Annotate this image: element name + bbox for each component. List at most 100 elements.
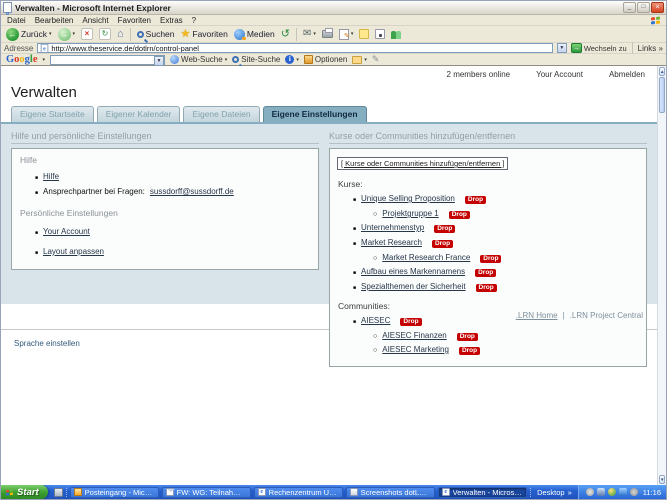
task-rechenzentrum[interactable]: e Rechenzentrum Uni K... [254,487,343,498]
edit-dropdown-icon[interactable]: ▾ [351,31,354,37]
drop-button[interactable]: Drop [459,347,480,355]
links-toolbar[interactable]: Links » [638,44,663,53]
tray-icon-2[interactable] [597,488,605,496]
drop-button[interactable]: Drop [475,269,496,277]
task-screenshots[interactable]: Screenshots dotLRN... [346,487,435,498]
close-button[interactable]: × [651,2,664,13]
task-posteingang[interactable]: Posteingang - Micros... [70,487,159,498]
your-account-link[interactable]: Your Account [536,70,583,79]
info-dropdown-icon[interactable]: ▾ [296,57,299,63]
options-button[interactable]: Optionen [304,55,347,64]
discuss-button[interactable] [374,29,386,39]
course-link[interactable]: Unique Selling Proposition [361,194,455,203]
drop-button[interactable]: Drop [449,211,470,219]
home-button[interactable]: ⌂ [116,29,125,40]
task-mail-message[interactable]: FW: WG: Teilnahme v... [162,487,251,498]
community-link[interactable]: AIESEC [361,316,390,325]
language-link[interactable]: Sprache einstellen [14,339,80,348]
mail-dropdown-icon[interactable]: ▾ [313,31,316,37]
tab-eigene-einstellungen[interactable]: Eigene Einstellungen [263,106,367,122]
web-search-dropdown-icon[interactable]: ▾ [225,57,228,63]
contact-email-link[interactable]: sussdorff@sussdorff.de [150,187,234,196]
drop-button[interactable]: Drop [476,284,497,292]
manage-membership-link[interactable]: [ Kurse oder Communities hinzufügen/entf… [337,157,508,170]
tab-eigene-dateien[interactable]: Eigene Dateien [183,106,259,122]
lrn-home-link[interactable]: .LRN Home [516,311,558,320]
tray-icon-1[interactable] [586,488,594,496]
favorites-button[interactable]: ★ Favoriten [180,29,229,40]
maximize-button[interactable]: □ [637,2,650,13]
address-input[interactable]: http://www.theservice.de/dotlrn/control-… [37,43,552,53]
print-button[interactable] [321,30,334,38]
scroll-down-icon[interactable]: ▼ [659,475,665,484]
tray-icon-5[interactable] [630,488,638,496]
edit-button[interactable]: ▾ [338,29,355,40]
links-chevron-icon[interactable]: » [659,44,663,53]
help-link[interactable]: Hilfe [43,172,59,181]
show-desktop-icon[interactable] [54,488,63,497]
back-dropdown-icon[interactable]: ▾ [49,31,52,37]
tray-icon-4[interactable] [619,488,627,496]
course-link[interactable]: Projektgruppe 1 [382,209,438,218]
highlight-dropdown-icon[interactable]: ▾ [364,57,367,63]
menu-bearbeiten[interactable]: Bearbeiten [35,16,74,25]
menu-favoriten[interactable]: Favoriten [118,16,151,25]
minimize-button[interactable]: _ [623,2,636,13]
messenger-button[interactable] [390,29,403,39]
start-button[interactable]: Start [1,485,48,499]
history-button[interactable]: ↺ [280,29,291,40]
vertical-scrollbar[interactable]: ▲ ▼ [657,66,666,485]
community-link[interactable]: AIESEC Finanzen [382,331,446,340]
course-link[interactable]: Market Research [361,238,422,247]
drop-button[interactable]: Drop [465,196,486,204]
address-dropdown-icon[interactable]: ▼ [557,43,567,53]
your-account-settings-link[interactable]: Your Account [43,227,90,236]
course-link[interactable]: Aufbau eines Markennamens [361,267,465,276]
desktop-toolbar[interactable]: Desktop » [530,488,575,497]
refresh-button[interactable]: ↻ [98,28,112,40]
menu-ansicht[interactable]: Ansicht [82,16,108,25]
menu-extras[interactable]: Extras [160,16,183,25]
menu-datei[interactable]: Datei [7,16,26,25]
forward-dropdown-icon[interactable]: ▾ [73,31,76,37]
scrollbar-track[interactable] [659,114,665,475]
tab-eigener-kalender[interactable]: Eigener Kalender [97,106,181,122]
scroll-up-icon[interactable]: ▲ [659,67,665,76]
lrn-project-central-link[interactable]: .LRN Project Central [570,311,643,320]
media-button[interactable]: Medien [233,29,276,40]
tab-eigene-startseite[interactable]: Eigene Startseite [11,106,94,122]
course-link[interactable]: Unternehmenstyp [361,223,424,232]
drop-button[interactable]: Drop [457,333,478,341]
web-search-button[interactable]: Web-Suche ▾ [170,55,227,64]
page-info-button[interactable]: i ▾ [285,55,299,64]
drop-button[interactable]: Drop [434,225,455,233]
scrollbar-thumb[interactable] [659,77,665,113]
forward-button[interactable]: → ▾ [57,28,77,41]
menu-hilfe[interactable]: ? [192,16,196,25]
google-logo[interactable]: Google [6,55,38,65]
stop-button[interactable]: × [80,28,94,40]
mail-button[interactable]: ✉ ▾ [302,29,317,39]
layout-anpassen-link[interactable]: Layout anpassen [43,247,104,256]
drop-button[interactable]: Drop [432,240,453,248]
google-logo-dropdown-icon[interactable]: ▾ [43,57,46,63]
logout-link[interactable]: Abmelden [609,70,645,79]
community-link[interactable]: AIESEC Marketing [382,345,449,354]
google-search-input[interactable]: ▼ [50,55,165,65]
google-search-dropdown-icon[interactable]: ▼ [154,56,164,66]
course-link[interactable]: Market Research France [382,253,470,262]
drop-button[interactable]: Drop [480,255,501,263]
task-verwalten[interactable]: e Verwalten - Microsoft... [438,487,527,498]
back-button[interactable]: ← Zurück ▾ [5,28,53,41]
go-button[interactable]: → Wechseln zu [571,43,627,53]
pen-icon[interactable]: ✎ [372,55,380,64]
drop-button[interactable]: Drop [400,318,421,326]
search-button[interactable]: Suchen [136,29,176,39]
highlight-button[interactable]: ▾ [352,56,367,64]
course-link[interactable]: Spezialthemen der Sicherheit [361,282,466,291]
notes-button[interactable] [358,29,370,39]
desktop-chevron-icon[interactable]: » [568,488,572,497]
task-label: FW: WG: Teilnahme v... [177,488,247,497]
site-search-button[interactable]: Site-Suche [232,55,280,64]
tray-icon-3[interactable] [608,488,616,496]
